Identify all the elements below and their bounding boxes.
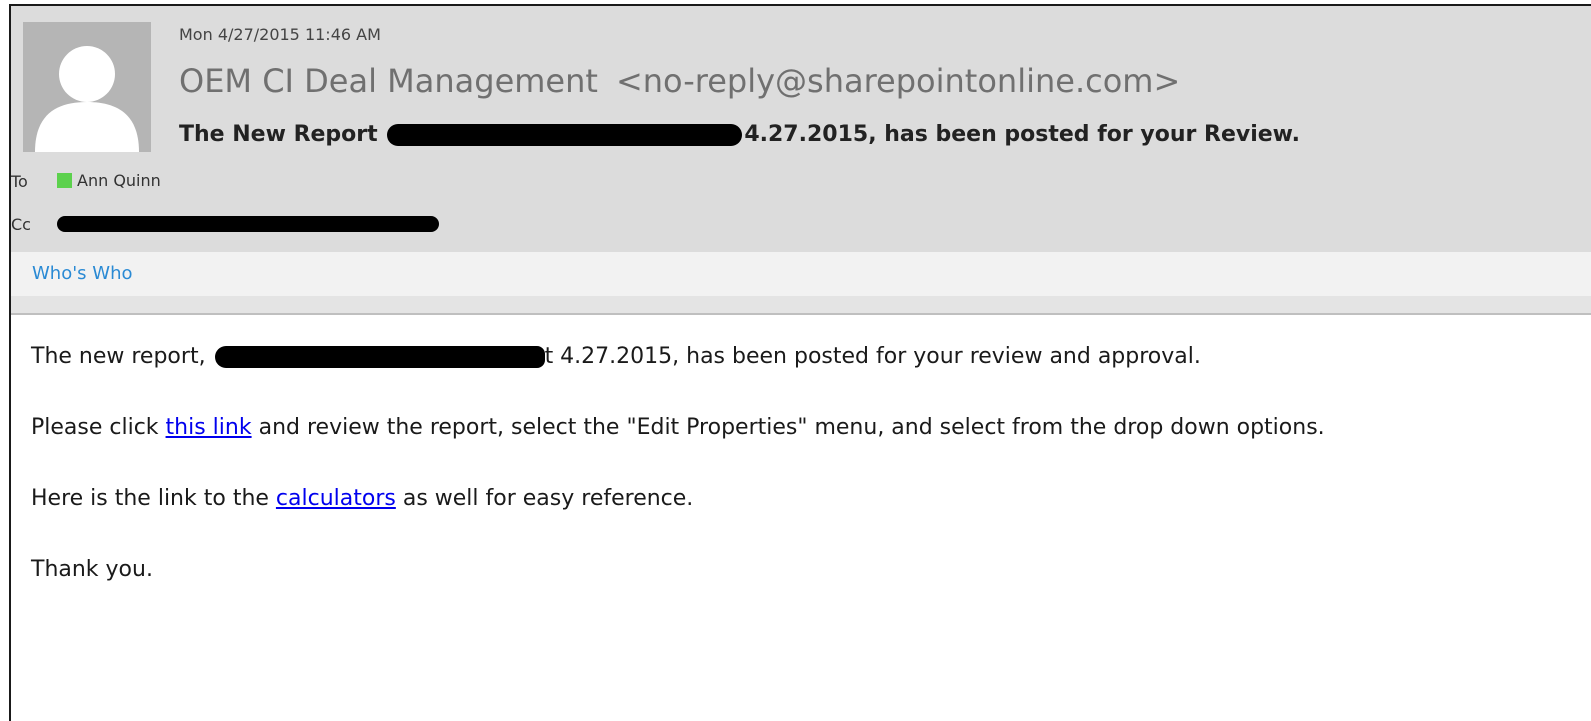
body-paragraph-2: Please click this link and review the re… [31, 415, 1325, 441]
p3-text-before: Here is the link to the [31, 486, 276, 511]
sender[interactable]: OEM CI Deal Management <no-reply@sharepoi… [179, 62, 1180, 100]
calculators-link[interactable]: calculators [276, 486, 396, 511]
p3-text-after: as well for easy reference. [395, 486, 694, 511]
p2-text-before: Please click [31, 415, 166, 440]
p1-prefix: The new report, [31, 344, 206, 369]
to-recipient-name[interactable]: Ann Quinn [77, 171, 161, 190]
email-reading-pane: Mon 4/27/2015 11:46 AM OEM CI Deal Manag… [9, 4, 1591, 721]
message-body: The new report, t 4.27.2015, has been po… [31, 344, 1325, 628]
message-timestamp: Mon 4/27/2015 11:46 AM [179, 25, 381, 44]
cc-label: Cc [11, 215, 31, 234]
p1-suffix: t 4.27.2015, has been posted for your re… [544, 344, 1201, 369]
to-recipient[interactable]: Ann Quinn [57, 171, 161, 190]
to-label: To [11, 172, 28, 191]
message-subject: The New Report 4.27.2015, has been poste… [179, 122, 1300, 147]
header-divider [11, 296, 1591, 315]
sender-name[interactable]: OEM CI Deal Management [179, 62, 598, 100]
cc-recipient-redaction [57, 216, 439, 232]
whos-who-link[interactable]: Who's Who [32, 263, 133, 284]
report-name-redaction [214, 346, 545, 368]
subject-prefix: The New Report [179, 122, 378, 147]
body-paragraph-4: Thank you. [31, 557, 153, 582]
body-paragraph-1: The new report, t 4.27.2015, has been po… [31, 344, 1325, 370]
sender-avatar[interactable] [23, 22, 151, 152]
presence-status-icon [57, 173, 72, 188]
sender-email[interactable]: <no-reply@sharepointonline.com> [616, 62, 1180, 100]
subject-suffix: 4.27.2015, has been posted for your Revi… [744, 122, 1300, 147]
subject-redaction [387, 124, 743, 146]
p2-text-after: and review the report, select the "Edit … [251, 415, 1325, 440]
whos-who-bar: Who's Who [11, 252, 1591, 296]
person-silhouette-icon [35, 46, 139, 152]
message-header: Mon 4/27/2015 11:46 AM OEM CI Deal Manag… [11, 6, 1591, 252]
body-paragraph-3: Here is the link to the calculators as w… [31, 486, 1325, 512]
this-link[interactable]: this link [166, 415, 252, 440]
